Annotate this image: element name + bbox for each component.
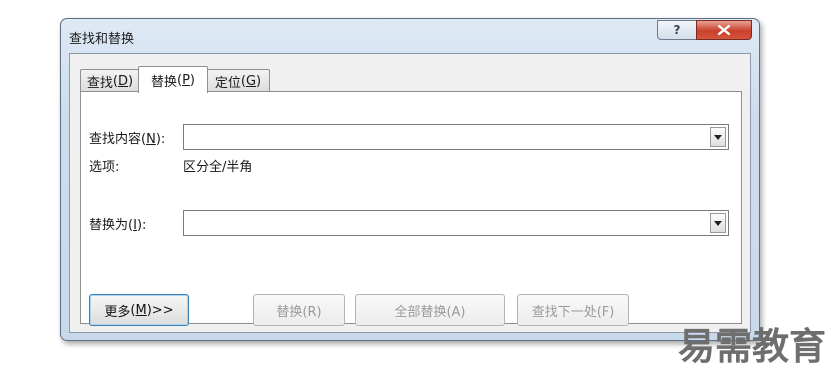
more-button-suffix: >>	[151, 302, 174, 318]
replace-with-combo[interactable]	[183, 210, 729, 236]
find-what-text: 查找内容	[89, 132, 142, 147]
find-replace-dialog: 查找和替换 ? 查找(D) 替换(P) 定位(G) 查找内容(N): 选项: 区…	[60, 18, 760, 341]
more-button-key: M	[135, 302, 147, 318]
replace-all-button[interactable]: 全部替换(A)	[355, 294, 505, 326]
chevron-down-icon	[714, 220, 722, 226]
watermark-logo: 易需教育	[678, 325, 826, 368]
more-button-label: 更多	[104, 304, 131, 320]
replace-with-label: 替换为(I):	[89, 218, 147, 233]
more-button[interactable]: 更多(M) >>	[89, 294, 189, 326]
tab-find[interactable]: 查找(D)	[80, 69, 140, 92]
chevron-down-icon	[714, 134, 722, 140]
replace-with-text: 替换为	[89, 218, 129, 233]
tab-replace-label: 替换	[150, 74, 177, 90]
tab-replace-key: P	[182, 72, 190, 88]
options-value: 区分全/半角	[183, 160, 253, 175]
find-what-label: 查找内容(N):	[89, 132, 166, 147]
tab-goto[interactable]: 定位(G)	[206, 69, 270, 92]
options-label: 选项:	[89, 160, 120, 175]
tab-goto-label: 定位	[214, 75, 241, 91]
tab-goto-key: G	[245, 73, 257, 89]
replace-with-key: I	[133, 218, 137, 233]
close-icon	[718, 25, 730, 35]
find-what-key: N	[146, 132, 156, 147]
dialog-client-area: 查找(D) 替换(P) 定位(G) 查找内容(N): 选项: 区分全/半角 替换…	[69, 53, 751, 333]
replace-button[interactable]: 替换(R)	[253, 294, 345, 326]
find-next-button[interactable]: 查找下一处(F)	[517, 294, 629, 326]
find-what-dropdown-button[interactable]	[710, 127, 726, 147]
help-icon: ?	[673, 23, 681, 37]
dialog-title: 查找和替换	[69, 32, 135, 47]
find-what-combo[interactable]	[183, 124, 729, 150]
tab-find-key: D	[118, 73, 129, 89]
title-bar[interactable]: 查找和替换 ?	[61, 19, 759, 53]
replace-with-dropdown-button[interactable]	[710, 213, 726, 233]
tab-replace[interactable]: 替换(P)	[138, 66, 208, 93]
help-button[interactable]: ?	[657, 20, 697, 40]
replace-panel: 查找内容(N): 选项: 区分全/半角 替换为(I): 更多(M) >> 替换(…	[80, 91, 742, 326]
close-button[interactable]	[696, 20, 752, 40]
tab-find-label: 查找	[86, 75, 113, 91]
